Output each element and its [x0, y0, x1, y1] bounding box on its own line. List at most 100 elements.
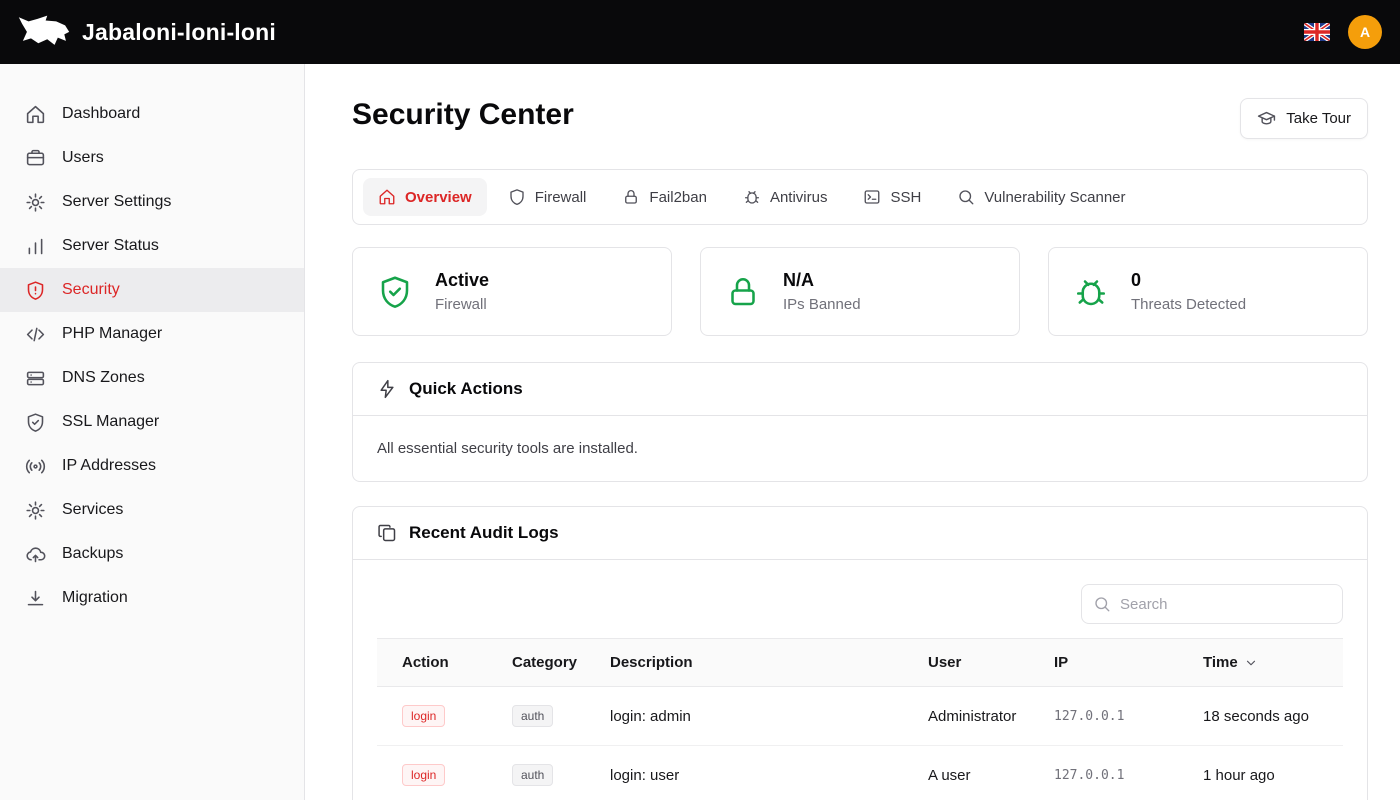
sidebar-item-migration[interactable]: Migration	[0, 576, 304, 620]
audit-table: Action Category Description User IP Time	[377, 638, 1343, 800]
sidebar-item-services[interactable]: Services	[0, 488, 304, 532]
graduation-cap-icon	[1257, 109, 1276, 128]
sidebar-item-users[interactable]: Users	[0, 136, 304, 180]
column-time-sort[interactable]: Time	[1203, 654, 1258, 671]
stat-card-ips-banned: N/A IPs Banned	[700, 247, 1020, 336]
tab-label: Antivirus	[770, 189, 828, 206]
sidebar-item-dashboard[interactable]: Dashboard	[0, 92, 304, 136]
brand[interactable]: Jabaloni-loni-loni	[18, 14, 276, 50]
lock-icon	[622, 188, 640, 206]
sidebar-item-dns-zones[interactable]: DNS Zones	[0, 356, 304, 400]
lightning-icon	[377, 379, 397, 399]
category-badge: auth	[512, 705, 553, 727]
stat-label: Threats Detected	[1131, 296, 1246, 313]
tab-label: Overview	[405, 189, 472, 206]
column-user: User	[928, 639, 1054, 687]
tab-fail2ban[interactable]: Fail2ban	[607, 178, 722, 216]
sidebar-item-backups[interactable]: Backups	[0, 532, 304, 576]
gear-icon	[25, 500, 46, 521]
gear-icon	[25, 192, 46, 213]
column-action: Action	[377, 639, 512, 687]
avatar[interactable]: A	[1348, 15, 1382, 49]
column-category: Category	[512, 639, 610, 687]
scan-search-icon	[957, 188, 975, 206]
audit-logs-card: Recent Audit Logs Action Category	[352, 506, 1368, 800]
users-icon	[25, 148, 46, 169]
sidebar-item-label: SSL Manager	[62, 413, 159, 431]
take-tour-button[interactable]: Take Tour	[1240, 98, 1368, 139]
shield-check-icon	[25, 412, 46, 433]
sidebar-item-label: DNS Zones	[62, 369, 145, 387]
stat-card-threats: 0 Threats Detected	[1048, 247, 1368, 336]
shield-alert-icon	[25, 280, 46, 301]
sidebar-item-label: Users	[62, 149, 104, 167]
tab-label: Fail2ban	[649, 189, 707, 206]
sidebar-item-php-manager[interactable]: PHP Manager	[0, 312, 304, 356]
sidebar-item-label: Migration	[62, 589, 128, 607]
table-header-row: Action Category Description User IP Time	[377, 639, 1343, 687]
code-icon	[25, 324, 46, 345]
tab-ssh[interactable]: SSH	[848, 178, 936, 216]
sidebar-item-ip-addresses[interactable]: IP Addresses	[0, 444, 304, 488]
language-flag-icon[interactable]	[1304, 23, 1330, 41]
broadcast-icon	[25, 456, 46, 477]
tab-overview[interactable]: Overview	[363, 178, 487, 216]
time-cell: 18 seconds ago	[1203, 687, 1343, 746]
description-cell: login: admin	[610, 687, 928, 746]
sidebar-item-label: Server Status	[62, 237, 159, 255]
download-icon	[25, 588, 46, 609]
table-row: login auth login: user A user 127.0.0.1 …	[377, 746, 1343, 800]
stat-card-firewall: Active Firewall	[352, 247, 672, 336]
sidebar-item-server-settings[interactable]: Server Settings	[0, 180, 304, 224]
bar-chart-icon	[25, 236, 46, 257]
stat-label: IPs Banned	[783, 296, 861, 313]
sidebar-item-label: Dashboard	[62, 105, 140, 123]
column-description: Description	[610, 639, 928, 687]
search-icon	[1093, 595, 1111, 613]
bug-icon	[743, 188, 761, 206]
server-icon	[25, 368, 46, 389]
copy-icon	[377, 523, 397, 543]
audit-search	[1081, 584, 1343, 624]
ip-cell: 127.0.0.1	[1054, 746, 1203, 800]
sidebar-item-security[interactable]: Security	[0, 268, 304, 312]
description-cell: login: user	[610, 746, 928, 800]
category-badge: auth	[512, 764, 553, 786]
stat-label: Firewall	[435, 296, 489, 313]
stat-value: N/A	[783, 270, 861, 291]
sidebar-item-label: Security	[62, 281, 120, 299]
action-badge[interactable]: login	[402, 705, 445, 727]
bull-logo-icon	[18, 14, 70, 50]
cloud-upload-icon	[25, 544, 46, 565]
home-icon	[378, 188, 396, 206]
tab-vulnerability-scanner[interactable]: Vulnerability Scanner	[942, 178, 1140, 216]
tab-label: Vulnerability Scanner	[984, 189, 1125, 206]
quick-actions-title: Quick Actions	[409, 379, 523, 399]
page-title: Security Center	[352, 98, 574, 132]
shield-icon	[508, 188, 526, 206]
home-icon	[25, 104, 46, 125]
table-row: login auth login: admin Administrator 12…	[377, 687, 1343, 746]
ip-cell: 127.0.0.1	[1054, 687, 1203, 746]
topbar: Jabaloni-loni-loni A	[0, 0, 1400, 64]
terminal-icon	[863, 188, 881, 206]
chevron-down-icon	[1244, 656, 1258, 670]
tab-firewall[interactable]: Firewall	[493, 178, 602, 216]
stat-value: 0	[1131, 270, 1246, 291]
sidebar-item-label: IP Addresses	[62, 457, 156, 475]
sidebar-item-label: Server Settings	[62, 193, 171, 211]
action-badge[interactable]: login	[402, 764, 445, 786]
security-tabs: Overview Firewall Fail2ban Antivirus SSH…	[352, 169, 1368, 225]
search-input[interactable]	[1081, 584, 1343, 624]
column-ip: IP	[1054, 639, 1203, 687]
shield-check-icon	[377, 274, 413, 310]
sidebar-item-server-status[interactable]: Server Status	[0, 224, 304, 268]
quick-actions-message: All essential security tools are install…	[377, 440, 1343, 457]
tab-antivirus[interactable]: Antivirus	[728, 178, 843, 216]
lock-icon	[725, 274, 761, 310]
app-title: Jabaloni-loni-loni	[82, 19, 276, 46]
sidebar-item-ssl-manager[interactable]: SSL Manager	[0, 400, 304, 444]
audit-logs-title: Recent Audit Logs	[409, 523, 559, 543]
tab-label: Firewall	[535, 189, 587, 206]
tab-label: SSH	[890, 189, 921, 206]
